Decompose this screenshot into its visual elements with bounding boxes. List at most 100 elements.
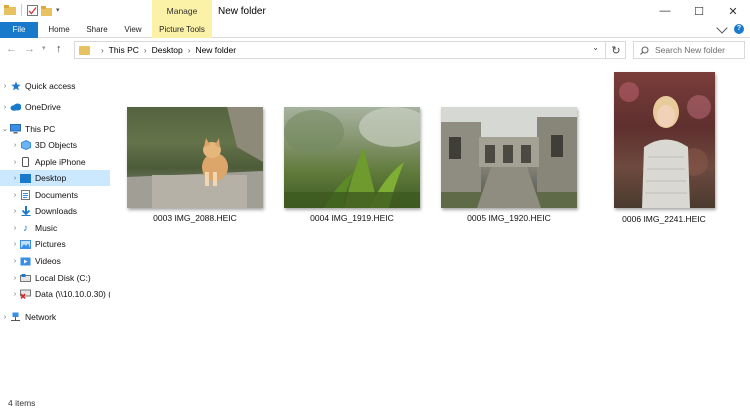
folder-icon (79, 45, 90, 55)
file-name[interactable]: 0005 IMG_1920.HEIC (441, 213, 577, 223)
file-item[interactable]: 0006 IMG_2241.HEIC (604, 72, 724, 232)
sidebar-item-music[interactable]: › ♪ Music (0, 220, 110, 236)
tab-home[interactable]: Home (42, 22, 76, 38)
expand-arrow-icon[interactable]: › (10, 241, 20, 248)
sidebar-item-videos[interactable]: › Videos (0, 253, 110, 269)
expand-arrow-icon[interactable]: › (10, 291, 20, 298)
expand-arrow-icon[interactable]: › (10, 225, 20, 232)
tab-file[interactable]: File (0, 22, 38, 38)
ribbon-controls: ? (716, 21, 744, 34)
sidebar-item-label: Data (\\10.10.0.30) ( (35, 289, 110, 299)
tab-share[interactable]: Share (80, 22, 114, 38)
manage-tab[interactable]: Manage (152, 0, 212, 22)
file-item[interactable]: 0004 IMG_1919.HEIC (284, 107, 420, 227)
expand-arrow-icon[interactable]: › (0, 314, 10, 321)
properties-icon[interactable] (27, 4, 38, 16)
navigation-bar: ← → ▾ ↑ › This PC › Desktop › New folder… (0, 38, 750, 62)
expand-arrow-icon[interactable]: › (10, 142, 20, 149)
sidebar-item-label: Music (35, 223, 58, 233)
thumbnail-image[interactable] (614, 72, 715, 208)
sidebar-item-data-drive[interactable]: › Data (\\10.10.0.30) ( (0, 286, 110, 302)
thumbnail-image[interactable] (284, 107, 420, 208)
sidebar-item-network[interactable]: › Network (0, 309, 110, 325)
breadcrumb-new-folder[interactable]: New folder (195, 45, 236, 55)
minimize-button[interactable]: — (648, 0, 682, 22)
sidebar-item-pictures[interactable]: › Pictures (0, 236, 110, 252)
file-item[interactable]: 0003 IMG_2088.HEIC (127, 107, 263, 227)
expand-arrow-icon[interactable]: › (0, 83, 10, 90)
new-folder-icon[interactable] (41, 5, 53, 16)
sidebar-item-local-disk[interactable]: › Local Disk (C:) (0, 270, 110, 286)
navigation-pane: › Quick access › OneDrive ⌄ This PC › 3D… (0, 72, 110, 392)
address-bar[interactable]: › This PC › Desktop › New folder ⌄ (74, 41, 626, 59)
sidebar-item-label: OneDrive (25, 102, 61, 112)
collapse-arrow-icon[interactable]: ⌄ (0, 125, 10, 133)
quick-access-toolbar: ▾ (4, 4, 60, 16)
photo-cat (127, 107, 263, 208)
refresh-button[interactable]: ↻ (605, 41, 626, 59)
expand-ribbon-icon[interactable] (716, 21, 728, 34)
sidebar-item-label: 3D Objects (35, 140, 78, 150)
search-box[interactable] (633, 41, 745, 59)
sidebar-item-label: Pictures (35, 239, 66, 249)
forward-arrow-icon[interactable]: → (24, 43, 35, 55)
folder-icon (4, 5, 16, 15)
sidebar-item-label: Apple iPhone (35, 157, 86, 167)
network-icon (10, 312, 21, 322)
file-name[interactable]: 0006 IMG_2241.HEIC (604, 214, 724, 224)
expand-arrow-icon[interactable]: › (10, 192, 20, 199)
photo-plants (284, 107, 420, 208)
chevron-right-icon[interactable]: › (144, 46, 147, 55)
expand-arrow-icon[interactable]: › (10, 275, 20, 282)
thumbnail-image[interactable] (441, 107, 577, 208)
sidebar-item-onedrive[interactable]: › OneDrive (0, 99, 110, 115)
search-icon (640, 45, 649, 55)
expand-arrow-icon[interactable]: › (10, 175, 20, 182)
file-name[interactable]: 0004 IMG_1919.HEIC (284, 213, 420, 223)
chevron-right-icon[interactable]: › (101, 46, 104, 55)
sidebar-item-desktop[interactable]: › Desktop (0, 170, 110, 186)
close-button[interactable]: ✕ (716, 0, 750, 22)
sidebar-item-label: Videos (35, 256, 61, 266)
photo-woman (619, 82, 711, 208)
drive-icon (20, 273, 31, 283)
help-icon[interactable]: ? (734, 24, 744, 34)
up-arrow-icon[interactable]: ↑ (56, 43, 62, 55)
sidebar-item-label: Network (25, 312, 57, 322)
search-input[interactable] (655, 45, 743, 55)
expand-arrow-icon[interactable]: › (10, 258, 20, 265)
window-title: New folder (218, 6, 266, 17)
sidebar-item-3d-objects[interactable]: › 3D Objects (0, 137, 110, 153)
breadcrumb-desktop[interactable]: Desktop (152, 45, 183, 55)
back-arrow-icon[interactable]: ← (6, 43, 17, 55)
tab-view[interactable]: View (118, 22, 148, 38)
expand-arrow-icon[interactable]: › (0, 104, 10, 111)
file-name[interactable]: 0003 IMG_2088.HEIC (127, 213, 263, 223)
chevron-right-icon[interactable]: › (188, 46, 191, 55)
sidebar-item-label: Desktop (35, 173, 67, 183)
sidebar-item-quick-access[interactable]: › Quick access (0, 78, 110, 94)
sidebar-item-this-pc[interactable]: ⌄ This PC (0, 121, 110, 137)
breadcrumb-this-pc[interactable]: This PC (109, 45, 139, 55)
cube-icon (20, 140, 31, 150)
maximize-button[interactable]: ☐ (682, 0, 716, 22)
sidebar-item-downloads[interactable]: › Downloads (0, 203, 110, 219)
status-bar: 4 items (0, 392, 750, 413)
sidebar-item-label: Documents (35, 190, 78, 200)
tab-picture-tools[interactable]: Picture Tools (152, 22, 212, 38)
video-icon (20, 256, 31, 266)
sidebar-item-label: Quick access (25, 81, 76, 91)
expand-arrow-icon[interactable]: › (10, 208, 20, 215)
file-item[interactable]: 0005 IMG_1920.HEIC (441, 107, 577, 227)
expand-arrow-icon[interactable]: › (10, 159, 20, 166)
ribbon-tabs: File Home Share View Picture Tools ? (0, 21, 750, 38)
title-bar: ▾ Manage New folder — ☐ ✕ (0, 0, 750, 22)
sidebar-item-apple-iphone[interactable]: › Apple iPhone (0, 154, 110, 170)
customize-toolbar-icon[interactable]: ▾ (56, 6, 60, 14)
recent-locations-icon[interactable]: ▾ (42, 44, 46, 52)
chevron-down-icon[interactable]: ⌄ (592, 43, 599, 52)
sidebar-item-documents[interactable]: › Documents (0, 187, 110, 203)
download-icon (20, 206, 31, 216)
thumbnail-image[interactable] (127, 107, 263, 208)
sidebar-item-label: Downloads (35, 206, 78, 216)
